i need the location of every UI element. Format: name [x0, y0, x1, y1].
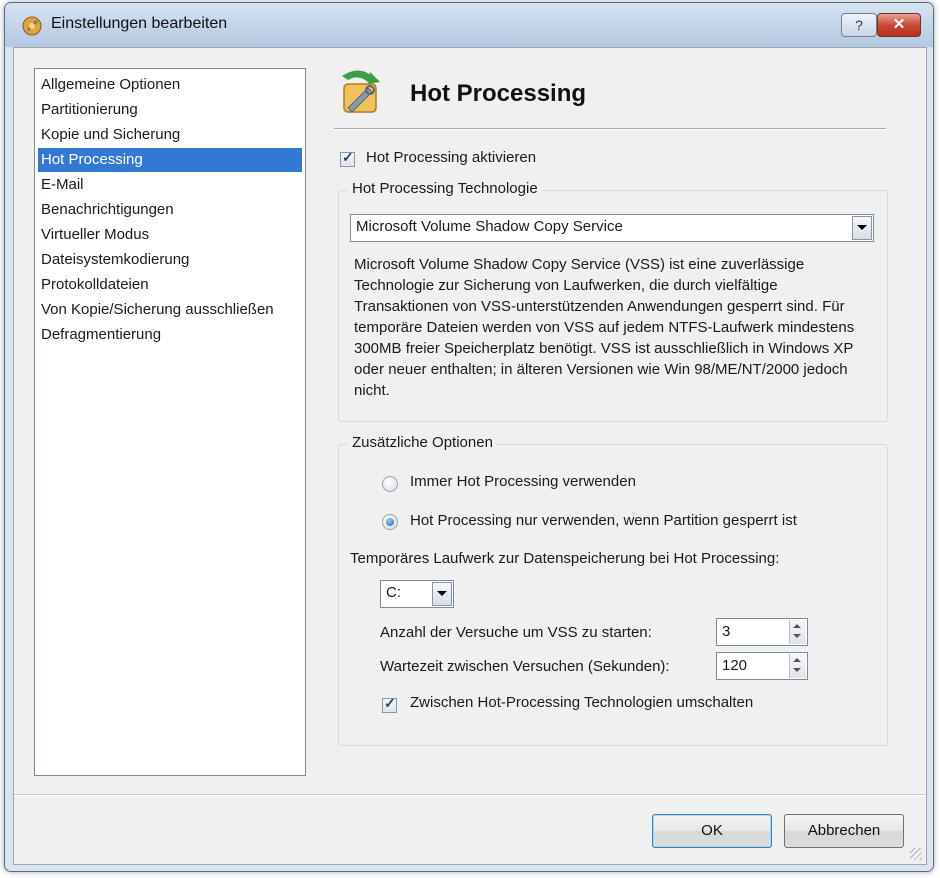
- chevron-down-icon: [857, 225, 867, 230]
- help-button[interactable]: ?: [841, 13, 877, 37]
- sidebar-item[interactable]: Benachrichtigungen: [38, 198, 302, 222]
- cancel-button[interactable]: Abbrechen: [784, 814, 904, 848]
- panel-title: Hot Processing: [410, 80, 587, 107]
- temp-drive-value: C:: [386, 584, 401, 601]
- wait-time-spin-buttons[interactable]: [789, 654, 806, 678]
- window-title: Einstellungen bearbeiten: [51, 15, 228, 32]
- enable-hot-processing-checkbox[interactable]: ✓: [340, 149, 355, 167]
- radio-locked-label: Hot Processing nur verwenden, wenn Parti…: [410, 512, 797, 529]
- sidebar-item[interactable]: Von Kopie/Sicherung ausschließen: [38, 298, 302, 322]
- radio-selected-dot: [386, 518, 394, 526]
- technology-description: Microsoft Volume Shadow Copy Service (VS…: [354, 256, 855, 399]
- checkmark-icon: ✓: [384, 695, 396, 711]
- sidebar-item[interactable]: Virtueller Modus: [38, 223, 302, 247]
- spin-up-icon: [793, 624, 801, 628]
- title-divider-highlight: [334, 129, 886, 130]
- wait-time-label: Wartezeit zwischen Versuchen (Sekunden):: [380, 658, 670, 675]
- spin-up-icon: [793, 658, 801, 662]
- attempts-spin-buttons[interactable]: [789, 620, 806, 644]
- resize-grip-icon[interactable]: [910, 848, 922, 860]
- sidebar-item[interactable]: E-Mail: [38, 173, 302, 197]
- technology-dropdown-button[interactable]: [852, 216, 872, 240]
- radio-locked-only[interactable]: [382, 514, 398, 530]
- radio-always-label: Immer Hot Processing verwenden: [410, 473, 636, 490]
- enable-hot-processing-label: Hot Processing aktivieren: [366, 149, 537, 166]
- switch-technologies-label: Zwischen Hot-Processing Technologien ums…: [410, 694, 754, 711]
- radio-always-hot-processing[interactable]: [382, 476, 398, 492]
- checkmark-icon: ✓: [342, 149, 354, 165]
- attempts-label: Anzahl der Versuche um VSS zu starten:: [380, 624, 652, 641]
- attempts-spinner[interactable]: 3: [716, 618, 808, 646]
- technology-group-legend: Hot Processing Technologie: [348, 180, 542, 197]
- technology-dropdown-value: Microsoft Volume Shadow Copy Service: [356, 218, 623, 235]
- sidebar-item[interactable]: Dateisystemkodierung: [38, 248, 302, 272]
- spin-down-icon: [793, 668, 801, 672]
- footer-divider-highlight: [14, 795, 926, 796]
- sidebar-item[interactable]: Defragmentierung: [38, 323, 302, 347]
- spin-down-icon: [793, 634, 801, 638]
- title-bar[interactable]: Einstellungen bearbeiten ? ✕: [5, 3, 933, 47]
- close-button[interactable]: ✕: [877, 13, 921, 37]
- sidebar-item[interactable]: Allgemeine Optionen: [38, 73, 302, 97]
- technology-dropdown[interactable]: Microsoft Volume Shadow Copy Service: [350, 214, 874, 242]
- switch-technologies-checkbox[interactable]: ✓: [382, 695, 397, 713]
- wait-time-value: 120: [722, 657, 748, 674]
- settings-app-icon: [22, 16, 42, 36]
- additional-options-legend: Zusätzliche Optionen: [348, 434, 497, 451]
- sidebar-item[interactable]: Kopie und Sicherung: [38, 123, 302, 147]
- attempts-value: 3: [722, 623, 731, 640]
- dialog-body: Allgemeine Optionen Partitionierung Kopie …: [13, 47, 927, 865]
- hot-processing-icon: [342, 70, 380, 113]
- sidebar-item[interactable]: Hot Processing: [38, 148, 302, 172]
- chevron-down-icon: [437, 591, 447, 596]
- sidebar-item[interactable]: Protokolldateien: [38, 273, 302, 297]
- settings-category-list[interactable]: Allgemeine Optionen Partitionierung Kopie …: [34, 68, 306, 776]
- settings-dialog: Einstellungen bearbeiten ? ✕ Allgemeine …: [4, 2, 934, 872]
- ok-button[interactable]: OK: [652, 814, 772, 848]
- temp-drive-dropdown-button[interactable]: [432, 582, 452, 606]
- temp-drive-label: Temporäres Laufwerk zur Datenspeicherung…: [350, 550, 780, 567]
- temp-drive-dropdown[interactable]: C:: [380, 580, 454, 608]
- wait-time-spinner[interactable]: 120: [716, 652, 808, 680]
- sidebar-item[interactable]: Partitionierung: [38, 98, 302, 122]
